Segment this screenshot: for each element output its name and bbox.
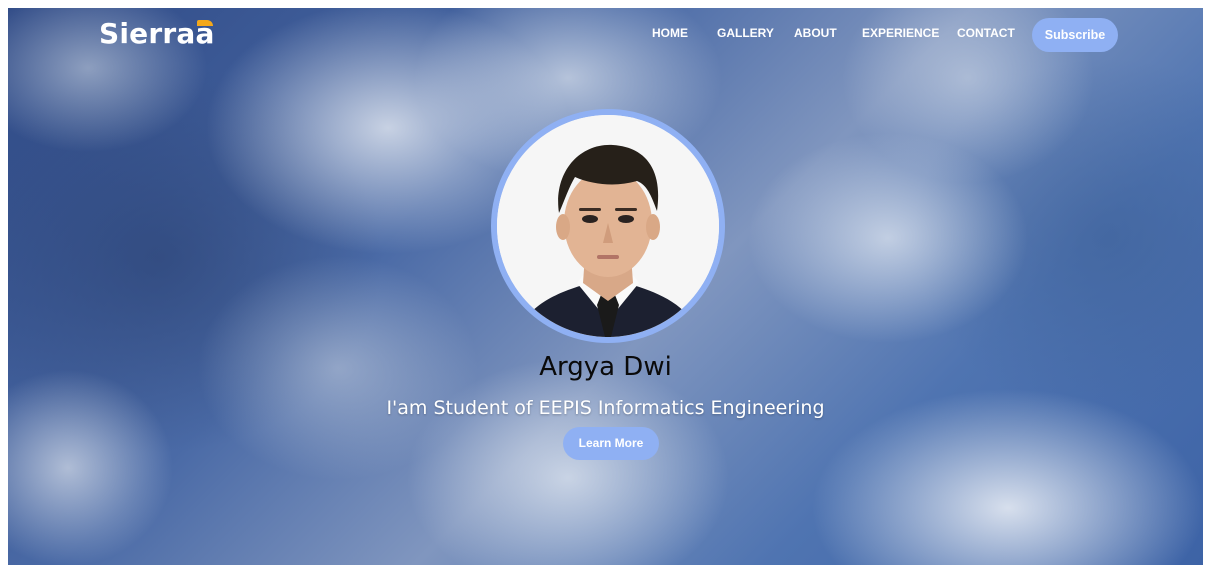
portrait-image xyxy=(497,115,719,337)
hero-section: Sierraa HOME GALLERY ABOUT EXPERIENCE CO… xyxy=(8,8,1203,565)
navbar: Sierraa HOME GALLERY ABOUT EXPERIENCE CO… xyxy=(8,8,1203,60)
profile-photo xyxy=(497,115,719,337)
hero-name: Argya Dwi xyxy=(539,352,672,382)
profile-photo-frame xyxy=(491,109,725,343)
subscribe-button[interactable]: Subscribe xyxy=(1032,18,1118,52)
nav-about[interactable]: ABOUT xyxy=(794,26,837,40)
nav-contact[interactable]: CONTACT xyxy=(957,26,1015,40)
nav-experience[interactable]: EXPERIENCE xyxy=(862,26,939,40)
nav-gallery[interactable]: GALLERY xyxy=(717,26,774,40)
nav-home[interactable]: HOME xyxy=(652,26,688,40)
learn-more-button[interactable]: Learn More xyxy=(563,427,659,460)
hero-subtitle: I'am Student of EEPIS Informatics Engine… xyxy=(386,397,825,419)
nav-menu: HOME GALLERY ABOUT EXPERIENCE CONTACT xyxy=(8,26,1203,46)
